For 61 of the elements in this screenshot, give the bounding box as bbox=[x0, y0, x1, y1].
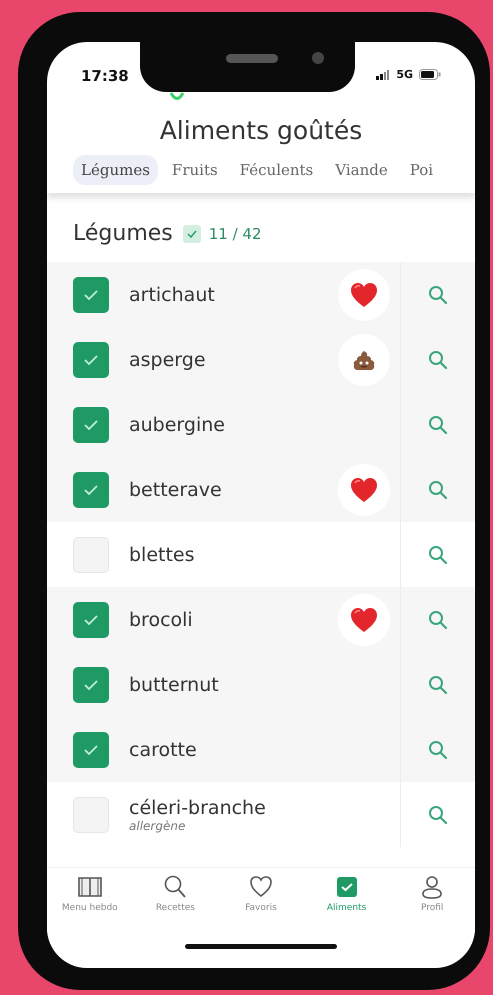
search-icon[interactable] bbox=[428, 480, 448, 500]
checkbox[interactable] bbox=[73, 666, 109, 702]
page-title: Aliments goûtés bbox=[158, 115, 364, 147]
nav-tab[interactable]: Recettes bbox=[132, 874, 218, 944]
check-icon bbox=[83, 484, 99, 496]
search-icon[interactable] bbox=[428, 284, 448, 304]
check-icon bbox=[83, 418, 99, 430]
camera bbox=[312, 52, 324, 64]
search-icon[interactable] bbox=[428, 740, 448, 760]
food-name: carotte bbox=[129, 738, 198, 760]
tasted-count: 11 / 42 bbox=[208, 224, 262, 242]
checkbox[interactable] bbox=[73, 342, 109, 378]
checkbox[interactable] bbox=[73, 472, 109, 508]
search-icon[interactable] bbox=[428, 610, 448, 630]
food-note: allergène bbox=[129, 818, 186, 832]
checkbox[interactable] bbox=[73, 732, 109, 768]
search-icon[interactable] bbox=[428, 804, 448, 824]
search-icon[interactable] bbox=[428, 414, 448, 434]
nav-tab[interactable]: Menu hebdo bbox=[47, 874, 133, 944]
category-tab[interactable]: Légumes bbox=[73, 155, 158, 185]
search-icon bbox=[162, 874, 188, 900]
check-icon bbox=[83, 744, 99, 756]
clock-time: 17:38 bbox=[81, 67, 129, 85]
category-tab[interactable]: Fruits bbox=[164, 155, 226, 185]
heart-icon bbox=[349, 606, 379, 634]
network-label: 5G bbox=[396, 68, 413, 81]
food-name: asperge bbox=[129, 348, 207, 370]
checkbox[interactable] bbox=[73, 602, 109, 638]
food-name: céleri-branche bbox=[129, 796, 267, 818]
search-icon[interactable] bbox=[428, 544, 448, 564]
category-tab[interactable]: Poi bbox=[402, 155, 442, 185]
check-icon bbox=[182, 224, 201, 242]
heart-icon bbox=[248, 874, 274, 900]
arc-icon bbox=[169, 92, 185, 102]
category-tab[interactable]: Féculents bbox=[232, 155, 322, 185]
search-icon[interactable] bbox=[428, 350, 448, 370]
food-name: butternut bbox=[129, 674, 220, 696]
check-icon bbox=[83, 614, 99, 626]
category-tab[interactable]: Viande bbox=[327, 155, 396, 185]
food-name: brocoli bbox=[129, 608, 194, 630]
speaker bbox=[226, 54, 278, 63]
book-icon bbox=[76, 874, 103, 900]
nav-tab[interactable]: Favoris bbox=[218, 874, 304, 944]
heart-icon bbox=[349, 476, 379, 504]
nav-tab[interactable]: Aliments bbox=[304, 874, 390, 944]
checkbox[interactable] bbox=[73, 406, 109, 442]
search-icon[interactable] bbox=[428, 674, 448, 694]
section-title: Légumes bbox=[73, 221, 173, 246]
food-name: betterave bbox=[129, 478, 223, 500]
food-name: artichaut bbox=[129, 284, 216, 306]
battery-icon bbox=[419, 69, 441, 80]
food-name: aubergine bbox=[129, 414, 226, 436]
signal-icon bbox=[376, 70, 390, 80]
food-name: blettes bbox=[129, 544, 196, 566]
poop-icon bbox=[353, 348, 375, 370]
check-icon bbox=[83, 288, 99, 300]
check-icon bbox=[83, 354, 99, 366]
checkbox[interactable] bbox=[73, 276, 109, 312]
heart-icon bbox=[349, 280, 379, 308]
check-icon bbox=[83, 678, 99, 690]
nav-tab[interactable]: Profil bbox=[389, 874, 475, 944]
